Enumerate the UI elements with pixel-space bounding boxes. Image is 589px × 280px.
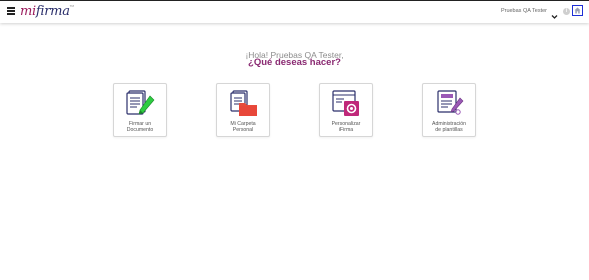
info-icon[interactable]: i [563,8,570,15]
page-title: ¿Qué deseas hacer? [248,57,341,68]
logo-firma-text: firma [35,4,70,19]
sign-document-label-line2: Documento [126,127,154,133]
customize-settings-icon [332,90,359,116]
personal-folder-label-line2: Personal [232,127,254,133]
logo-trademark: TM [69,4,74,8]
user-name-label[interactable]: Pruebas QA Tester [501,8,547,14]
sign-document-card[interactable]: Firmar un Documento [113,83,167,137]
customize-card[interactable]: Personalizar iFirma [319,83,373,137]
logo-mi-text: mi [20,4,36,19]
chevron-down-icon[interactable] [551,7,558,19]
top-navigation-bar: mi firma TM Pruebas QA Tester i [0,0,589,23]
personal-folder-icon [230,90,257,116]
template-admin-label-line2: de plantillas [435,127,463,133]
hamburger-menu-icon[interactable] [7,7,15,15]
home-icon [574,7,581,14]
home-button[interactable] [572,5,583,16]
mifirma-logo[interactable]: mi firma TM [20,3,74,21]
template-admin-icon [437,90,464,115]
template-admin-card[interactable]: Administración de plantillas [422,83,476,137]
personal-folder-card[interactable]: Mi Carpeta Personal [216,83,270,137]
customize-label-line2: iFirma [338,127,354,133]
sign-document-icon [126,90,155,115]
